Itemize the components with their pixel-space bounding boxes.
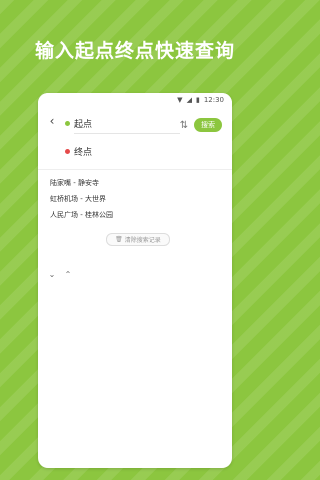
search-button[interactable]: 搜索 (194, 118, 222, 132)
history-item[interactable]: 陆家嘴 - 静安寺 (50, 175, 220, 191)
route-input-card: ‹ 起点 终点 ⇅ 搜索 (38, 107, 232, 170)
chevron-up-icon[interactable]: ⌃ (64, 271, 72, 279)
back-icon[interactable]: ‹ (46, 115, 58, 127)
history-item[interactable]: 人民广场 - 桂林公园 (50, 207, 220, 223)
field-divider (74, 133, 180, 134)
chevron-down-icon[interactable]: ⌄ (48, 271, 56, 279)
start-field[interactable]: 起点 (74, 117, 92, 130)
history-item[interactable]: 虹桥机场 - 大世界 (50, 191, 220, 207)
start-dot-icon (65, 121, 70, 126)
swap-icon[interactable]: ⇅ (178, 119, 190, 133)
search-history-list: 陆家嘴 - 静安寺 虹桥机场 - 大世界 人民广场 - 桂林公园 (50, 175, 220, 223)
collapse-controls: ⌄ ⌃ (48, 271, 72, 279)
promo-headline: 输入起点终点快速查询 (34, 40, 235, 62)
trash-icon: 🗑 (115, 236, 123, 243)
battery-icon: ▮ (195, 95, 200, 104)
clear-history-button[interactable]: 🗑 清除搜索记录 (106, 233, 170, 246)
signal-icon: ◢ (186, 95, 192, 104)
status-time: 12:30 (203, 96, 224, 104)
wifi-icon: ▼ (177, 95, 183, 104)
end-field[interactable]: 终点 (74, 145, 92, 158)
status-bar: ▼ ◢ ▮ 12:30 (38, 93, 232, 107)
end-dot-icon (65, 149, 70, 154)
clear-history-label: 清除搜索记录 (124, 237, 161, 244)
phone-screen: ▼ ◢ ▮ 12:30 ‹ 起点 终点 ⇅ 搜索 陆家嘴 - 静安寺 虹桥机场 … (38, 93, 232, 468)
